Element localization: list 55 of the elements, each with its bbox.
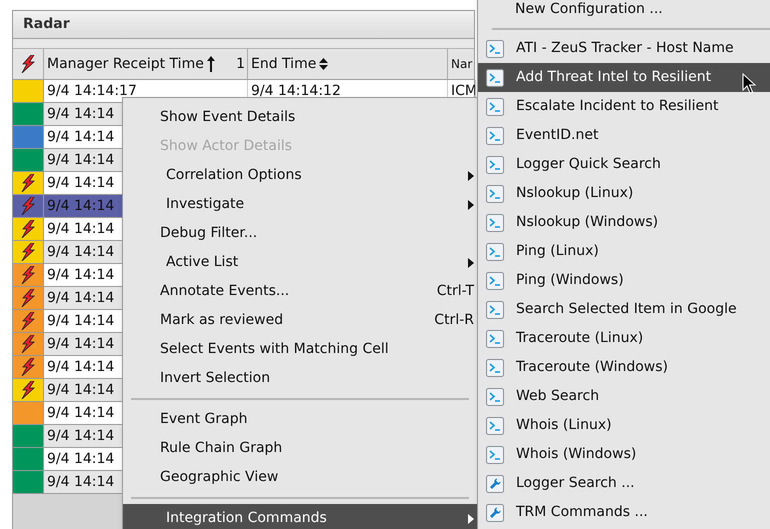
menu-item[interactable]: Ping (Windows) — [478, 266, 770, 295]
menu-item[interactable]: Whois (Linux) — [478, 411, 770, 440]
menu-item[interactable]: Nslookup (Windows) — [478, 208, 770, 237]
column-header[interactable]: End Time — [248, 49, 448, 79]
menu-item[interactable]: Logger Quick Search — [478, 150, 770, 179]
menu-item[interactable]: Whois (Windows) — [478, 440, 770, 469]
panel-title: Radar — [23, 15, 70, 34]
lightning-bolt-icon — [20, 220, 36, 238]
column-header[interactable]: Nar — [448, 49, 476, 79]
sort-rank: 1 — [236, 54, 246, 74]
terminal-icon — [486, 388, 504, 406]
terminal-icon — [486, 242, 504, 260]
lightning-bolt-icon — [20, 289, 36, 307]
terminal-icon — [486, 126, 504, 144]
lightning-bolt-icon — [20, 266, 36, 284]
shortcut-label: Ctrl-R — [434, 311, 474, 330]
terminal-icon — [486, 40, 504, 58]
menu-item[interactable]: EventID.net — [478, 121, 770, 150]
terminal-icon — [486, 214, 504, 232]
menu-item[interactable]: Logger Search ... — [478, 469, 770, 498]
menu-item[interactable]: Integration Commands — [123, 504, 477, 529]
lightning-bolt-icon — [20, 312, 36, 330]
wrench-icon — [486, 474, 504, 492]
terminal-icon — [486, 358, 504, 376]
terminal-icon — [486, 416, 504, 434]
lightning-bolt-icon — [20, 55, 36, 73]
lightning-bolt-icon — [20, 358, 36, 376]
terminal-icon — [486, 300, 504, 318]
menu-item[interactable]: Nslookup (Linux) — [478, 179, 770, 208]
menu-item[interactable]: Search Selected Item in Google — [478, 295, 770, 324]
terminal-icon — [486, 330, 504, 348]
terminal-icon — [486, 68, 504, 86]
column-header[interactable]: Manager Receipt Time 1 — [44, 49, 248, 79]
menu-item[interactable]: Ping (Linux) — [478, 237, 770, 266]
lightning-bolt-icon — [20, 197, 36, 215]
terminal-icon — [486, 98, 504, 116]
lightning-bolt-icon — [20, 174, 36, 192]
lightning-bolt-icon — [20, 381, 36, 399]
menu-item[interactable]: Add Threat Intel to Resilient — [478, 63, 770, 92]
shortcut-label: Ctrl-T — [436, 282, 474, 301]
menu-item[interactable]: TRM Commands ... — [478, 498, 770, 527]
lightning-bolt-icon — [20, 335, 36, 353]
terminal-icon — [486, 272, 504, 290]
menu-item[interactable]: New Configuration ... — [478, 0, 770, 24]
menu-item[interactable]: Traceroute (Linux) — [478, 324, 770, 353]
menu-item[interactable]: Web Search — [478, 382, 770, 411]
menu-item[interactable]: Traceroute (Windows) — [478, 353, 770, 382]
menu-item[interactable]: ATI - ZeuS Tracker - Host Name — [478, 34, 770, 63]
terminal-icon — [486, 156, 504, 174]
terminal-icon — [486, 184, 504, 202]
lightning-bolt-icon — [20, 243, 36, 261]
menu-item[interactable]: Escalate Incident to Resilient — [478, 92, 770, 121]
wrench-icon — [486, 504, 504, 522]
terminal-icon — [486, 446, 504, 464]
mouse-cursor-icon — [742, 73, 756, 95]
